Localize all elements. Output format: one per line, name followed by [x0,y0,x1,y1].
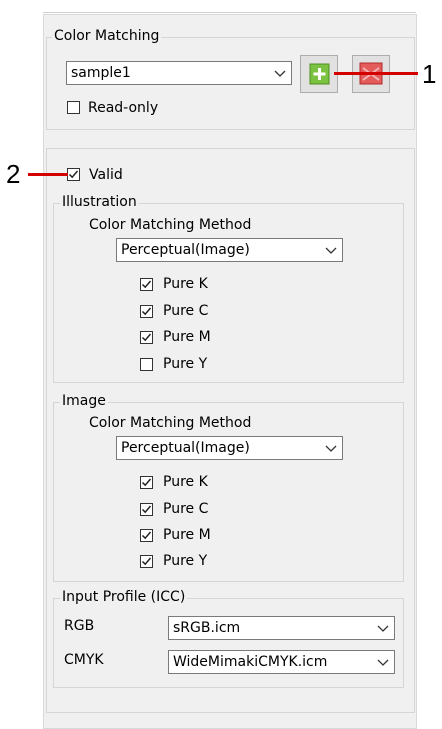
valid-label: Valid [89,167,123,183]
illustration-pure-m-label: Pure M [163,329,211,345]
illustration-method-label: Color Matching Method [89,217,252,233]
image-pure-c-label: Pure C [163,501,209,517]
callout-line-2 [28,173,68,176]
image-pure-c-checkbox[interactable] [140,503,153,516]
chevron-down-icon [325,247,337,254]
image-pure-m-label: Pure M [163,527,211,543]
rgb-profile-select[interactable]: sRGB.icm [168,616,395,640]
illustration-pure-c-checkbox[interactable] [140,305,153,318]
illustration-pure-y-label: Pure Y [163,356,208,372]
image-pure-k-checkbox[interactable] [140,476,153,489]
top-divider [43,12,416,13]
checkmark-icon [141,531,152,540]
illustration-pure-c-label: Pure C [163,303,209,319]
checkmark-icon [141,307,152,316]
image-method-label: Color Matching Method [89,415,252,431]
chevron-down-icon [274,70,286,77]
rgb-label: RGB [64,618,95,634]
input-profile-group [53,598,404,688]
profile-select-value: sample1 [71,65,131,81]
checkmark-icon [141,478,152,487]
color-matching-legend: Color Matching [52,28,162,44]
cmyk-profile-value: WideMimakiCMYK.icm [173,654,328,670]
image-pure-k-label: Pure K [163,474,208,490]
illustration-pure-m-checkbox[interactable] [140,331,153,344]
profile-select[interactable]: sample1 [66,61,292,85]
cmyk-label: CMYK [64,652,104,668]
checkmark-icon [141,505,152,514]
checkmark-icon [68,170,79,179]
image-pure-m-checkbox[interactable] [140,529,153,542]
cmyk-profile-select[interactable]: WideMimakiCMYK.icm [168,650,395,674]
valid-checkbox[interactable] [67,168,80,181]
read-only-label: Read-only [88,100,159,116]
illustration-pure-k-checkbox[interactable] [140,278,153,291]
chevron-down-icon [377,659,389,666]
checkmark-icon [141,280,152,289]
rgb-profile-value: sRGB.icm [173,620,241,636]
checkmark-icon [141,557,152,566]
illustration-pure-y-checkbox[interactable] [140,358,153,371]
callout-line-1 [334,72,418,75]
plus-icon [309,63,330,85]
illustration-pure-k-label: Pure K [163,276,208,292]
illustration-legend: Illustration [60,194,139,210]
image-pure-y-label: Pure Y [163,553,208,569]
image-pure-y-checkbox[interactable] [140,555,153,568]
callout-2: 2 [6,159,21,189]
illustration-method-select[interactable]: Perceptual(Image) [116,238,343,262]
input-profile-legend: Input Profile (ICC) [60,589,188,605]
checkmark-icon [141,333,152,342]
chevron-down-icon [377,625,389,632]
illustration-method-value: Perceptual(Image) [121,242,250,258]
image-method-value: Perceptual(Image) [121,440,250,456]
callout-1: 1 [422,59,437,89]
read-only-checkbox[interactable] [67,101,80,114]
image-method-select[interactable]: Perceptual(Image) [116,436,343,460]
add-profile-button[interactable] [300,55,338,93]
chevron-down-icon [325,445,337,452]
image-legend: Image [60,393,108,409]
